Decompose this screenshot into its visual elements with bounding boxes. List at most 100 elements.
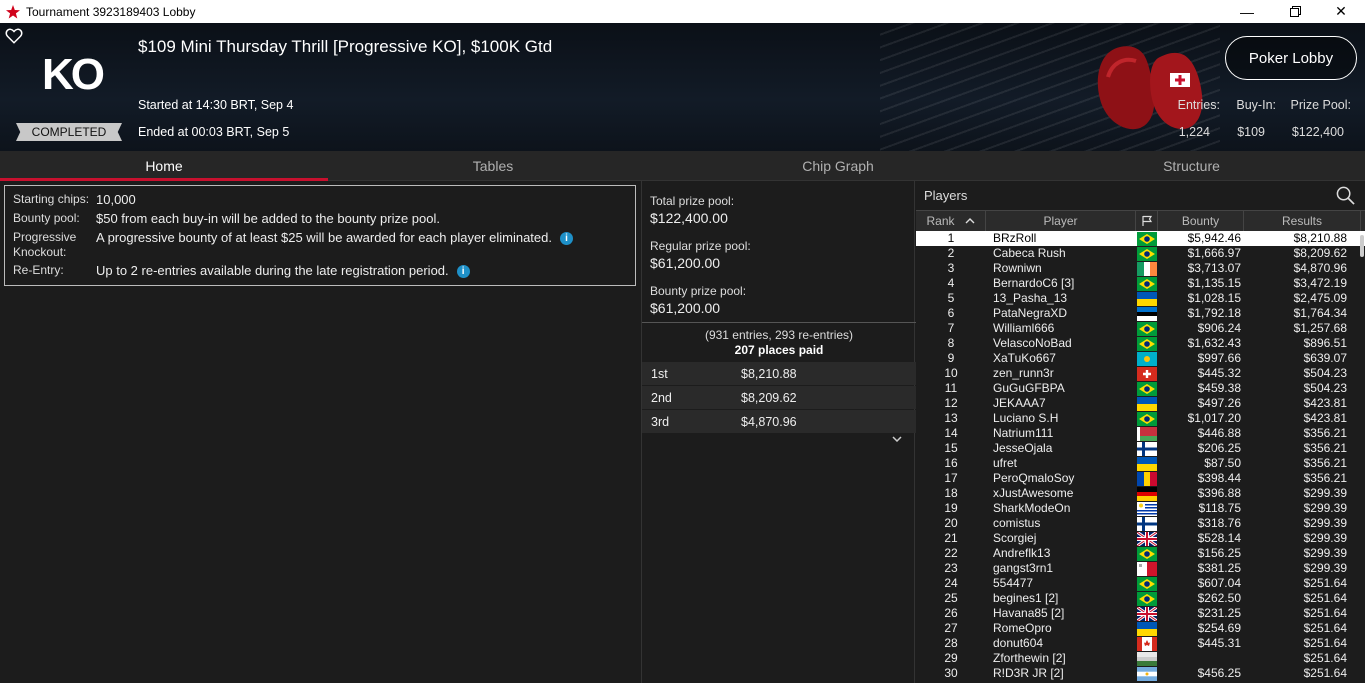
info-icon[interactable]: i [559,232,573,246]
col-player[interactable]: Player [986,211,1136,231]
player-row[interactable]: 18 xJustAwesome $396.88 $299.39 [916,486,1365,501]
player-name: Rowniwn [993,261,1042,275]
flag-mt-icon [1137,561,1157,576]
flag-md-icon [1137,471,1157,486]
player-rank: 14 [944,426,958,440]
prize-pool-value: $122,400 [1291,125,1344,139]
player-name: Williaml666 [993,321,1055,335]
title-bar: Tournament 3923189403 Lobby — ✕ [0,0,1365,23]
player-row[interactable]: 13 Luciano S.H $1,017.20 $423.81 [916,411,1365,426]
player-bounty: $381.25 [1197,561,1241,575]
player-row[interactable]: 23 gangst3rn1 $381.25 $299.39 [916,561,1365,576]
player-rank: 19 [944,501,958,515]
player-row[interactable]: 6 PataNegraXD $1,792.18 $1,764.34 [916,306,1365,321]
player-name: comistus [993,516,1041,530]
player-row[interactable]: 9 XaTuKo667 $997.66 $639.07 [916,351,1365,366]
player-name: Natrium111 [993,426,1054,440]
player-row[interactable]: 5 13_Pasha_13 $1,028.15 $2,475.09 [916,291,1365,306]
player-row[interactable]: 4 BernardoC6 [3] $1,135.15 $3,472.19 [916,276,1365,291]
tab-structure[interactable]: Structure [1018,151,1365,181]
player-row[interactable]: 14 Natrium111 $446.88 $356.21 [916,426,1365,441]
player-name: Havana85 [2] [993,606,1065,620]
tab-chip-graph[interactable]: Chip Graph [658,151,1018,181]
player-row[interactable]: 17 PeroQmaloSoy $398.44 $356.21 [916,471,1365,486]
end-time: Ended at 00:03 BRT, Sep 5 [138,125,290,139]
player-name: R!D3R JR [2] [993,666,1064,680]
player-name: XaTuKo667 [993,351,1056,365]
flag-icon [1141,215,1152,226]
player-row[interactable]: 27 RomeOpro $254.69 $251.64 [916,621,1365,636]
player-row[interactable]: 21 Scorgiej $528.14 $299.39 [916,531,1365,546]
player-name: SharkModeOn [993,501,1071,515]
player-rank: 15 [944,441,958,455]
player-row[interactable]: 11 GuGuGFBPA $459.38 $504.23 [916,381,1365,396]
prize-pool-label: Prize Pool: [1290,98,1351,112]
flag-gb-icon [1137,531,1157,546]
favorite-heart-icon[interactable] [5,27,23,45]
maximize-icon[interactable] [1272,0,1318,23]
player-row[interactable]: 12 JEKAAA7 $497.26 $423.81 [916,396,1365,411]
player-rank: 4 [947,276,955,290]
player-row[interactable]: 29 Zforthewin [2] $251.64 [916,651,1365,666]
player-row[interactable]: 22 Andreflk13 $156.25 $299.39 [916,546,1365,561]
country-flag-icon [1136,411,1158,426]
col-results[interactable]: Results [1244,211,1361,231]
player-row[interactable]: 15 JesseOjala $206.25 $356.21 [916,441,1365,456]
tab-home[interactable]: Home [0,151,328,181]
player-rank: 9 [947,351,955,365]
player-row[interactable]: 24 554477 $607.04 $251.64 [916,576,1365,591]
player-bounty: $445.32 [1197,366,1241,380]
players-title: Players [924,188,968,203]
player-result: $504.23 [1303,381,1347,395]
flag-ee-icon [1137,306,1157,321]
total-prize-label: Total prize pool: [650,194,735,208]
info-icon[interactable]: i [456,265,470,279]
payout-row: 2nd $8,209.62 [642,386,916,409]
flag-gb-icon [1137,606,1157,621]
player-row[interactable]: 25 begines1 [2] $262.50 $251.64 [916,591,1365,606]
player-rank: 7 [947,321,955,335]
payout-row: 1st $8,210.88 [642,362,916,385]
player-row[interactable]: 26 Havana85 [2] $231.25 $251.64 [916,606,1365,621]
player-result: $251.64 [1303,576,1347,590]
country-flag-icon [1136,666,1158,681]
player-rank: 26 [944,606,958,620]
player-row[interactable]: 28 donut604 $445.31 $251.64 [916,636,1365,651]
players-scrollbar[interactable] [1360,235,1364,257]
player-row[interactable]: 19 SharkModeOn $118.75 $299.39 [916,501,1365,516]
col-country[interactable] [1136,211,1158,231]
flag-br-icon [1137,276,1157,291]
player-row[interactable]: 30 R!D3R JR [2] $456.25 $251.64 [916,666,1365,681]
expand-payouts-chevron-icon[interactable] [892,434,902,445]
player-row[interactable]: 7 Williaml666 $906.24 $1,257.68 [916,321,1365,336]
close-icon[interactable]: ✕ [1318,0,1364,23]
player-name: BRzRoll [993,231,1037,245]
col-rank[interactable]: Rank [916,211,986,231]
player-row[interactable]: 2 Cabeca Rush $1,666.97 $8,209.62 [916,246,1365,261]
flag-ua-icon [1137,456,1157,471]
entries-summary: (931 entries, 293 re-entries) 207 places… [642,322,916,358]
col-bounty[interactable]: Bounty [1158,211,1244,231]
players-header: Players [916,181,1365,210]
minimize-icon[interactable]: — [1224,0,1270,23]
country-flag-icon [1136,441,1158,456]
player-row[interactable]: 1 BRzRoll $5,942.46 $8,210.88 [916,231,1365,246]
player-rank: 18 [944,486,958,500]
country-flag-icon [1136,591,1158,606]
player-bounty: $87.50 [1204,456,1241,470]
places-paid: 207 places paid [734,343,824,357]
prize-pool-panel: Total prize pool: $122,400.00 Regular pr… [641,181,916,683]
flag-br-icon [1137,576,1157,591]
player-row[interactable]: 20 comistus $318.76 $299.39 [916,516,1365,531]
poker-lobby-button[interactable]: Poker Lobby [1225,36,1357,80]
player-row[interactable]: 3 Rowniwn $3,713.07 $4,870.96 [916,261,1365,276]
tab-tables[interactable]: Tables [328,151,658,181]
player-row[interactable]: 10 zen_runn3r $445.32 $504.23 [916,366,1365,381]
player-bounty: $1,632.43 [1187,336,1241,350]
player-row[interactable]: 8 VelascoNoBad $1,632.43 $896.51 [916,336,1365,351]
search-icon[interactable] [1336,186,1355,205]
player-row[interactable]: 16 ufret $87.50 $356.21 [916,456,1365,471]
flag-fi-icon [1137,441,1157,456]
flag-br-icon [1137,246,1157,261]
player-rank: 13 [944,411,958,425]
